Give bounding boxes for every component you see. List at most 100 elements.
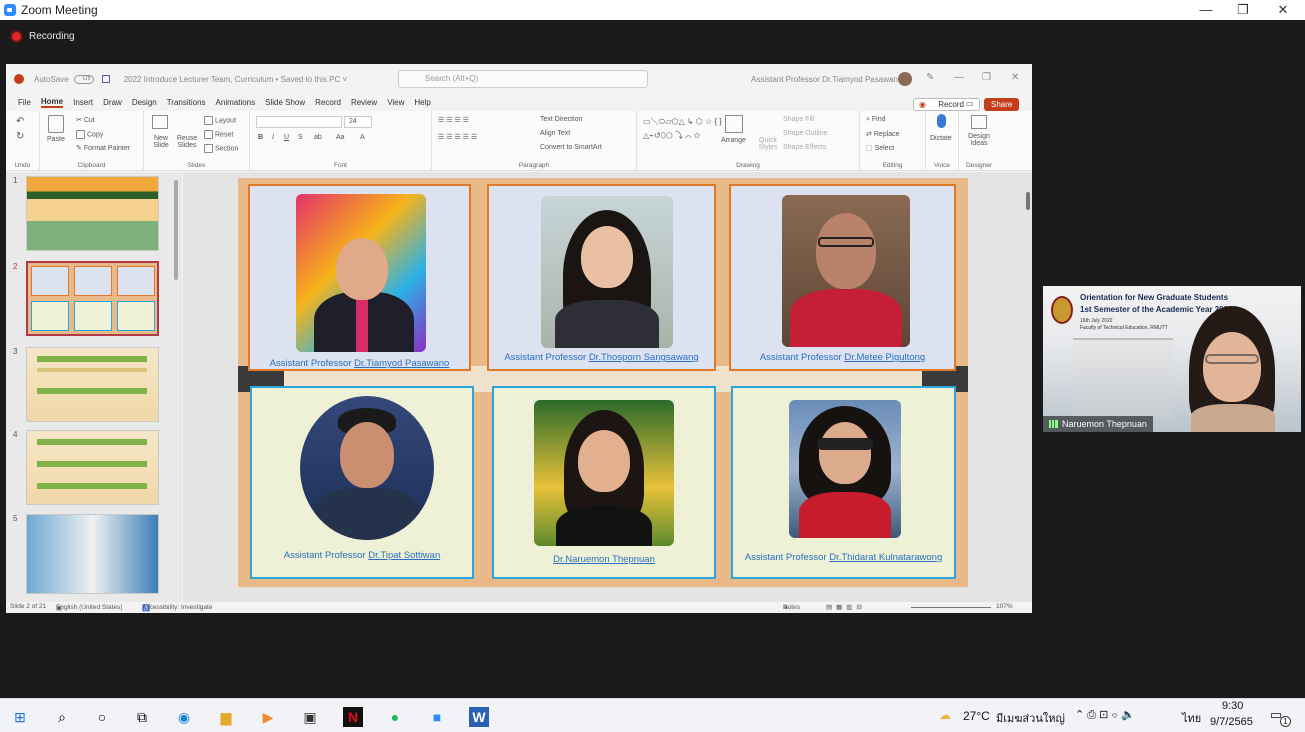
tab-design[interactable]: Design: [132, 98, 157, 107]
layout-button[interactable]: Layout: [204, 116, 236, 125]
shape-effects-button[interactable]: Shape Effects: [783, 144, 826, 151]
task-view-icon[interactable]: ⧉: [132, 707, 152, 727]
zoom-level[interactable]: 107%: [996, 603, 1013, 610]
new-slide-label[interactable]: New Slide: [148, 135, 174, 149]
new-slide-icon[interactable]: [152, 115, 168, 129]
zoom-taskbar-icon[interactable]: ■: [427, 707, 447, 727]
tab-review[interactable]: Review: [351, 98, 377, 107]
underline-icon[interactable]: U: [284, 134, 289, 141]
select-button[interactable]: ⬚ Select: [866, 144, 894, 152]
align-text-button[interactable]: Align Text: [540, 130, 570, 137]
design-ideas-icon[interactable]: [971, 115, 987, 129]
maximize-button[interactable]: ❐: [1223, 0, 1263, 20]
comments-icon[interactable]: ▭: [966, 99, 974, 108]
clock-date[interactable]: 9/7/2565: [1210, 716, 1253, 728]
ppt-minimize-icon[interactable]: —: [954, 72, 964, 83]
change-case-icon[interactable]: Aa: [336, 134, 345, 141]
find-button[interactable]: ⌕ Find: [866, 116, 886, 124]
pen-icon[interactable]: ✎: [926, 72, 934, 83]
view-buttons[interactable]: ▤▦▥⊟: [826, 603, 866, 611]
tab-help[interactable]: Help: [414, 98, 430, 107]
clock-time[interactable]: 9:30: [1222, 700, 1243, 712]
thumbnail-scrollbar[interactable]: [174, 180, 178, 280]
font-size-box[interactable]: 24: [344, 116, 372, 128]
search-icon[interactable]: ⌕: [52, 707, 72, 727]
tray-icons[interactable]: ⌃ ⎙ ⊡ ⌔ 🔈: [1075, 708, 1135, 722]
strikethrough-icon[interactable]: S: [298, 134, 303, 141]
autosave-toggle[interactable]: Off: [73, 74, 94, 84]
recording-indicator[interactable]: Recording: [12, 31, 75, 42]
edge-icon[interactable]: ◉: [174, 707, 194, 727]
tab-view[interactable]: View: [387, 98, 404, 107]
media-player-icon[interactable]: ▶: [258, 707, 278, 727]
align-icon[interactable]: ☰ ☰ ☰ ☰ ☰: [438, 133, 477, 141]
spotify-icon[interactable]: ●: [385, 707, 405, 727]
reuse-slides-label[interactable]: Reuse Slides: [174, 135, 200, 149]
close-button[interactable]: ✕: [1263, 0, 1303, 20]
avatar[interactable]: [898, 72, 912, 86]
slide-thumbnail-3[interactable]: [26, 347, 159, 422]
tab-insert[interactable]: Insert: [73, 98, 93, 107]
slide-thumbnail-1[interactable]: [26, 176, 159, 251]
start-windows-icon[interactable]: ⊞: [10, 707, 30, 727]
account-name[interactable]: Assistant Professor Dr.Tiamyod Pasawano: [751, 75, 902, 84]
weather-icon[interactable]: ☁: [939, 708, 951, 722]
save-icon[interactable]: [101, 75, 110, 83]
char-spacing-icon[interactable]: ab: [314, 134, 322, 141]
arrange-label[interactable]: Arrange: [721, 137, 746, 144]
tab-transitions[interactable]: Transitions: [167, 98, 206, 107]
shapes-gallery-row2-icon[interactable]: △⌁↺⬯⬡ ⤵ ⌒ ✩: [643, 130, 700, 141]
shape-fill-button[interactable]: Shape Fill: [783, 116, 814, 123]
tab-slide-show[interactable]: Slide Show: [265, 98, 305, 107]
font-name-box[interactable]: [256, 116, 342, 128]
tab-draw[interactable]: Draw: [103, 98, 122, 107]
ppt-restore-icon[interactable]: ❐: [982, 72, 991, 83]
shape-outline-button[interactable]: Shape Outline: [783, 130, 827, 137]
bold-icon[interactable]: B: [258, 134, 263, 141]
current-slide[interactable]: Assistant Professor Dr.Tiamyod Pasawano …: [238, 178, 968, 587]
redo-icon[interactable]: ↻: [16, 131, 24, 142]
section-button[interactable]: Section: [204, 144, 238, 153]
copy-button[interactable]: Copy: [76, 130, 103, 139]
paste-label[interactable]: Paste: [47, 136, 65, 143]
font-color-icon[interactable]: A: [360, 134, 365, 141]
replace-button[interactable]: ⇄ Replace: [866, 130, 900, 138]
shapes-gallery-icon[interactable]: ▭＼⬭▱⬠△ ↳ ⬡ ☆ { }: [643, 116, 722, 127]
italic-icon[interactable]: I: [272, 134, 274, 141]
word-icon[interactable]: W: [469, 707, 489, 727]
undo-icon[interactable]: ↶: [16, 116, 24, 127]
arrange-icon[interactable]: [725, 115, 743, 133]
store-icon[interactable]: ▣: [300, 707, 320, 727]
zoom-slider[interactable]: [911, 607, 991, 608]
dictate-label[interactable]: Dictate: [930, 135, 952, 142]
minimize-button[interactable]: —: [1186, 0, 1226, 20]
cortana-icon[interactable]: ○: [92, 707, 112, 727]
paste-icon[interactable]: [48, 115, 64, 133]
search-input[interactable]: Search (Alt+Q): [398, 70, 648, 88]
bullets-icon[interactable]: ☰ ☰ ☰ ☰: [438, 116, 469, 124]
weather-temp[interactable]: 27°C: [963, 709, 990, 723]
cut-button[interactable]: ✂ Cut: [76, 116, 95, 124]
text-direction-button[interactable]: Text Direction: [540, 116, 582, 123]
slide-scrollbar[interactable]: [1026, 192, 1030, 210]
reset-button[interactable]: Reset: [204, 130, 233, 139]
tab-home[interactable]: Home: [40, 97, 64, 108]
slide-thumbnail-2[interactable]: [26, 261, 159, 336]
tab-record[interactable]: Record: [315, 98, 341, 107]
microphone-icon[interactable]: [937, 114, 946, 128]
design-ideas-label[interactable]: Design Ideas: [964, 133, 994, 147]
ppt-close-icon[interactable]: ✕: [1011, 72, 1019, 83]
format-painter-button[interactable]: ✎ Format Painter: [76, 144, 130, 152]
input-language[interactable]: ไทย: [1182, 709, 1201, 727]
convert-smartart-button[interactable]: Convert to SmartArt: [540, 144, 602, 151]
tab-animations[interactable]: Animations: [216, 98, 256, 107]
slide-thumbnail-5[interactable]: [26, 514, 159, 594]
file-explorer-icon[interactable]: ▆: [216, 707, 236, 727]
participant-video[interactable]: Orientation for New Graduate Students 1s…: [1043, 286, 1301, 432]
weather-desc[interactable]: มีเมฆส่วนใหญ่: [996, 709, 1065, 727]
slide-thumbnail-4[interactable]: [26, 430, 159, 505]
netflix-icon[interactable]: N: [343, 707, 363, 727]
tab-file[interactable]: File: [18, 98, 31, 107]
share-button[interactable]: Share: [984, 98, 1020, 111]
quick-styles-label[interactable]: Quick Styles: [755, 137, 781, 151]
